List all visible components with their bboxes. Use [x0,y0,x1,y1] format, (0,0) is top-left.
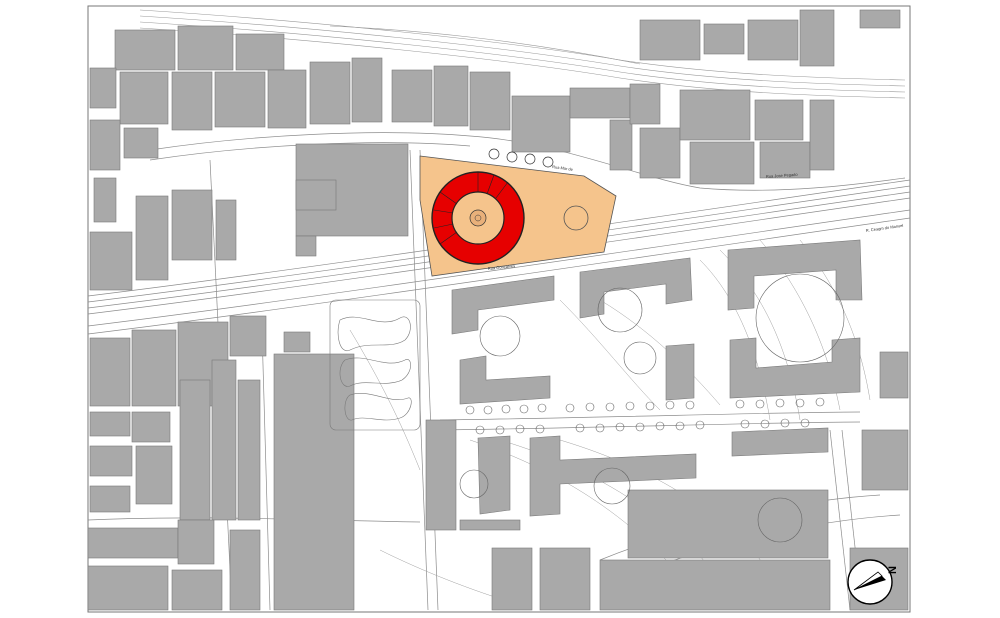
compass-label: N [887,566,899,574]
ring-monument [431,171,525,265]
ring-center [469,209,487,227]
site-plan-map: Rua Mar de Rua Jose Pegado Rua Gonçalves… [87,5,911,613]
